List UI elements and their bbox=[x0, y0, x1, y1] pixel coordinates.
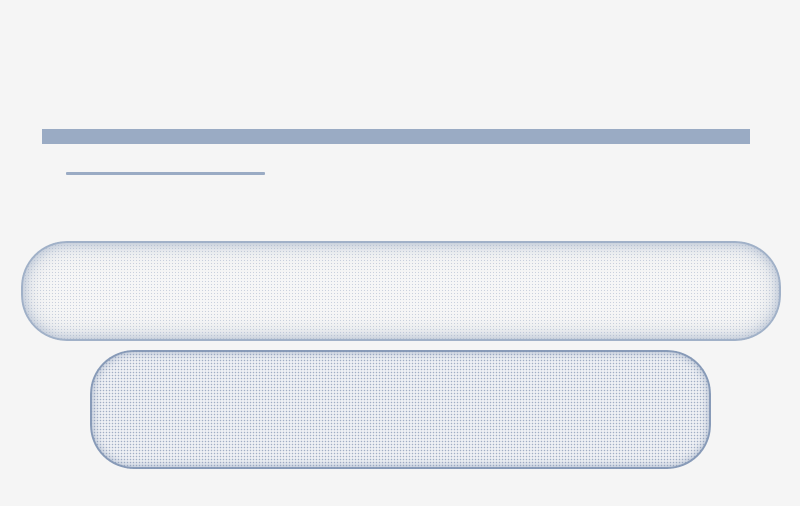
loading-screen bbox=[0, 0, 800, 506]
button-skeleton[interactable] bbox=[90, 350, 711, 469]
subtitle-skeleton bbox=[66, 172, 265, 175]
input-field-skeleton[interactable] bbox=[21, 241, 781, 341]
title-skeleton bbox=[42, 129, 750, 144]
